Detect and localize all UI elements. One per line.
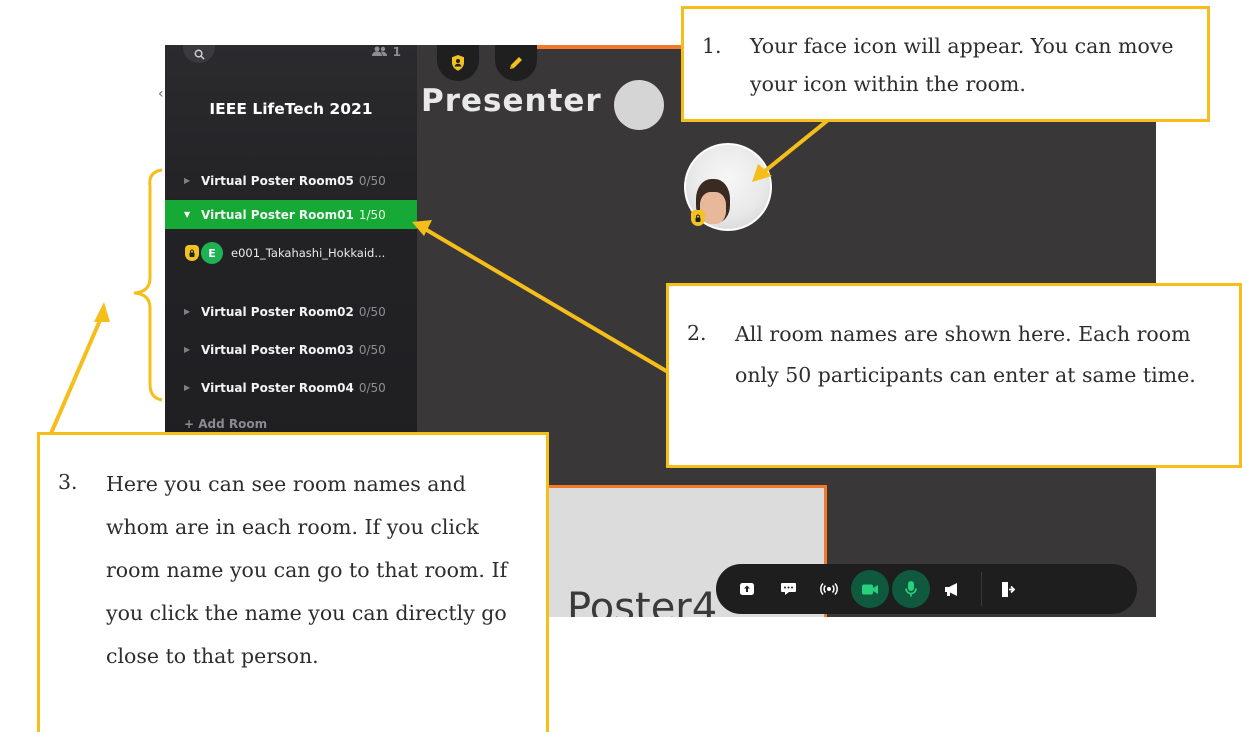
share-screen-icon: [740, 583, 754, 595]
room-name: Virtual Poster Room04: [201, 380, 354, 395]
room-name: Virtual Poster Room05: [201, 173, 354, 188]
announce-button[interactable]: [933, 570, 971, 608]
avatar: E: [201, 242, 223, 264]
avatar-shield-badge-icon: [691, 210, 705, 226]
leave-button[interactable]: [989, 570, 1027, 608]
broadcast-button[interactable]: [810, 570, 848, 608]
participant-row[interactable]: E e001_Takahashi_Hokkaid...: [185, 242, 385, 264]
room-occupancy: 0/50: [358, 304, 386, 319]
chat-icon: [780, 583, 796, 595]
collapse-arrow-icon: ▼: [184, 210, 191, 219]
callout-2: 2. All room names are shown here. Each r…: [666, 283, 1242, 468]
callout-number: 1.: [702, 34, 722, 58]
poster-label: Poster4: [567, 585, 718, 617]
exit-icon: [1002, 581, 1016, 597]
callout-number: 2.: [687, 321, 707, 345]
edit-button[interactable]: [495, 45, 537, 81]
window-edge-mark: ‹: [158, 86, 164, 102]
callout-text: All room names are shown here. Each room…: [735, 322, 1196, 387]
callout-3: 3. Here you can see room names and whom …: [37, 432, 549, 732]
room-name: Virtual Poster Room02: [201, 304, 354, 319]
participant-count: 1: [372, 45, 401, 59]
callout-number: 3.: [58, 470, 78, 494]
microphone-toggle[interactable]: [892, 570, 930, 608]
room-item-room03[interactable]: ▶ Virtual Poster Room03 0/50: [165, 335, 417, 364]
toolbar-divider: [981, 572, 982, 606]
search-button[interactable]: [183, 45, 215, 63]
bottom-toolbar: [716, 564, 1137, 614]
chat-button[interactable]: [769, 570, 807, 608]
event-title: IEEE LifeTech 2021: [209, 100, 373, 118]
microphone-icon: [905, 581, 917, 597]
room-occupancy: 1/50: [358, 207, 386, 222]
presenter-spot: [614, 80, 664, 130]
room-occupancy: 0/50: [358, 342, 386, 357]
people-icon: [372, 46, 388, 56]
expand-arrow-icon: ▶: [184, 345, 191, 354]
camera-icon: [862, 584, 878, 594]
room-item-room05[interactable]: ▶ Virtual Poster Room05 0/50: [165, 166, 417, 195]
share-screen-button[interactable]: [728, 570, 766, 608]
megaphone-icon: [944, 582, 957, 596]
pencil-icon: [510, 57, 522, 69]
expand-arrow-icon: ▶: [184, 176, 191, 185]
callout-text: Your face icon will appear. You can move…: [750, 34, 1174, 96]
participant-count-value: 1: [392, 45, 401, 59]
room-sidebar: 1 IEEE LifeTech 2021 ▶ Virtual Poster Ro…: [165, 45, 417, 445]
participant-name: e001_Takahashi_Hokkaid...: [231, 246, 386, 260]
room-item-room04[interactable]: ▶ Virtual Poster Room04 0/50: [165, 373, 417, 402]
room-occupancy: 0/50: [358, 173, 386, 188]
expand-arrow-icon: ▶: [184, 307, 191, 316]
moderator-button[interactable]: [437, 45, 479, 81]
expand-arrow-icon: ▶: [184, 383, 191, 392]
shield-badge-icon: [185, 245, 199, 261]
room-item-room01[interactable]: ▼ Virtual Poster Room01 1/50: [165, 200, 417, 229]
callout-text: Here you can see room names and whom are…: [106, 472, 508, 668]
search-icon: [194, 49, 205, 60]
broadcast-icon: [820, 582, 838, 596]
add-room-button[interactable]: + Add Room: [184, 417, 267, 431]
presenter-label: Presenter: [421, 83, 602, 119]
room-occupancy: 0/50: [358, 380, 386, 395]
camera-toggle[interactable]: [851, 570, 889, 608]
room-name: Virtual Poster Room03: [201, 342, 354, 357]
room-item-room02[interactable]: ▶ Virtual Poster Room02 0/50: [165, 297, 417, 326]
room-name: Virtual Poster Room01: [201, 207, 354, 222]
sidebar-top-bar: 1: [165, 45, 417, 73]
callout-1: 1. Your face icon will appear. You can m…: [681, 6, 1210, 122]
shield-icon: [452, 55, 464, 71]
